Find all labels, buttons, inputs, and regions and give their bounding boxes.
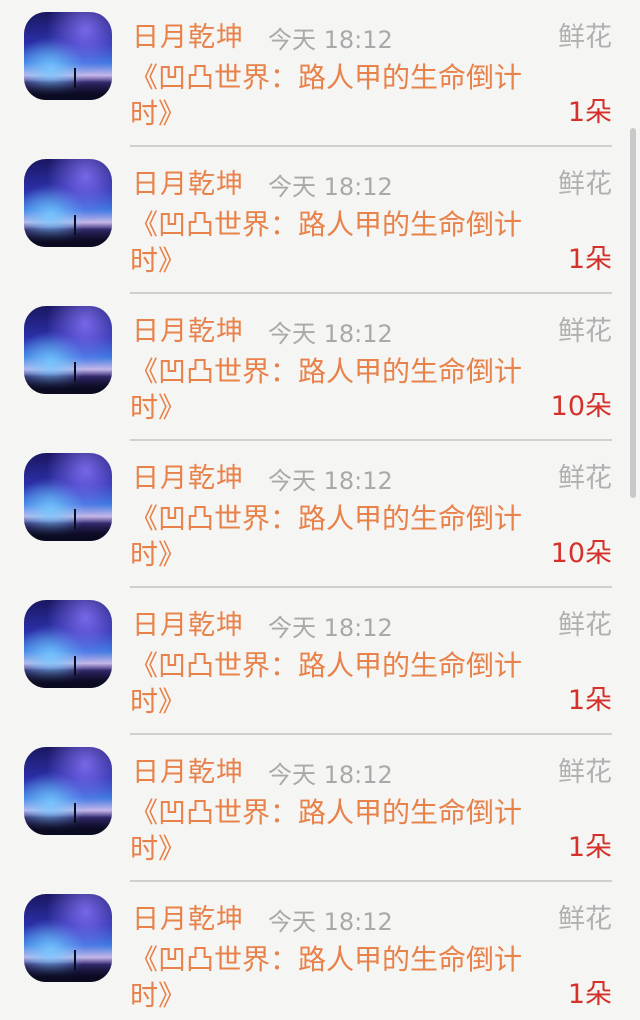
user-name[interactable]: 日月乾坤 [132, 904, 244, 936]
list-item[interactable]: 日月乾坤 今天 18:12 鲜花 《凹凸世界：路人甲的生命倒计时》 1朵 [0, 882, 640, 1020]
user-name[interactable]: 日月乾坤 [132, 610, 244, 642]
avatar[interactable] [24, 747, 112, 835]
gift-count: 1朵 [567, 244, 612, 275]
user-name[interactable]: 日月乾坤 [132, 316, 244, 348]
gift-count: 10朵 [550, 538, 612, 569]
book-title[interactable]: 《凹凸世界：路人甲的生命倒计时》 [130, 207, 555, 279]
gift-count: 1朵 [567, 97, 612, 128]
gift-type-label: 鲜花 [558, 22, 612, 53]
timestamp: 今天 18:12 [268, 173, 393, 201]
timestamp: 今天 18:12 [268, 467, 393, 495]
list-item[interactable]: 日月乾坤 今天 18:12 鲜花 《凹凸世界：路人甲的生命倒计时》 1朵 [0, 147, 640, 294]
timestamp: 今天 18:12 [268, 320, 393, 348]
list-item[interactable]: 日月乾坤 今天 18:12 鲜花 《凹凸世界：路人甲的生命倒计时》 1朵 [0, 588, 640, 735]
user-name[interactable]: 日月乾坤 [132, 169, 244, 201]
avatar[interactable] [24, 159, 112, 247]
gift-type-label: 鲜花 [558, 904, 612, 935]
gift-count: 10朵 [550, 391, 612, 422]
gift-record-list: 日月乾坤 今天 18:12 鲜花 《凹凸世界：路人甲的生命倒计时》 1朵 日月乾… [0, 0, 640, 1020]
gift-type-label: 鲜花 [558, 757, 612, 788]
timestamp: 今天 18:12 [268, 26, 393, 54]
timestamp: 今天 18:12 [268, 614, 393, 642]
timestamp: 今天 18:12 [268, 761, 393, 789]
book-title[interactable]: 《凹凸世界：路人甲的生命倒计时》 [130, 795, 555, 867]
gift-type-label: 鲜花 [558, 610, 612, 641]
avatar[interactable] [24, 600, 112, 688]
user-name[interactable]: 日月乾坤 [132, 22, 244, 54]
book-title[interactable]: 《凹凸世界：路人甲的生命倒计时》 [130, 354, 530, 426]
book-title[interactable]: 《凹凸世界：路人甲的生命倒计时》 [130, 60, 555, 132]
avatar[interactable] [24, 12, 112, 100]
avatar[interactable] [24, 894, 112, 982]
avatar[interactable] [24, 306, 112, 394]
book-title[interactable]: 《凹凸世界：路人甲的生命倒计时》 [130, 942, 555, 1014]
avatar[interactable] [24, 453, 112, 541]
list-item[interactable]: 日月乾坤 今天 18:12 鲜花 《凹凸世界：路人甲的生命倒计时》 1朵 [0, 735, 640, 882]
book-title[interactable]: 《凹凸世界：路人甲的生命倒计时》 [130, 501, 530, 573]
list-item[interactable]: 日月乾坤 今天 18:12 鲜花 《凹凸世界：路人甲的生命倒计时》 10朵 [0, 294, 640, 441]
user-name[interactable]: 日月乾坤 [132, 463, 244, 495]
gift-count: 1朵 [567, 832, 612, 863]
gift-type-label: 鲜花 [558, 463, 612, 494]
scrollbar[interactable] [630, 128, 636, 498]
timestamp: 今天 18:12 [268, 908, 393, 936]
gift-type-label: 鲜花 [558, 169, 612, 200]
list-item[interactable]: 日月乾坤 今天 18:12 鲜花 《凹凸世界：路人甲的生命倒计时》 10朵 [0, 441, 640, 588]
book-title[interactable]: 《凹凸世界：路人甲的生命倒计时》 [130, 648, 555, 720]
list-item[interactable]: 日月乾坤 今天 18:12 鲜花 《凹凸世界：路人甲的生命倒计时》 1朵 [0, 0, 640, 147]
gift-type-label: 鲜花 [558, 316, 612, 347]
user-name[interactable]: 日月乾坤 [132, 757, 244, 789]
gift-count: 1朵 [567, 685, 612, 716]
gift-count: 1朵 [567, 979, 612, 1010]
